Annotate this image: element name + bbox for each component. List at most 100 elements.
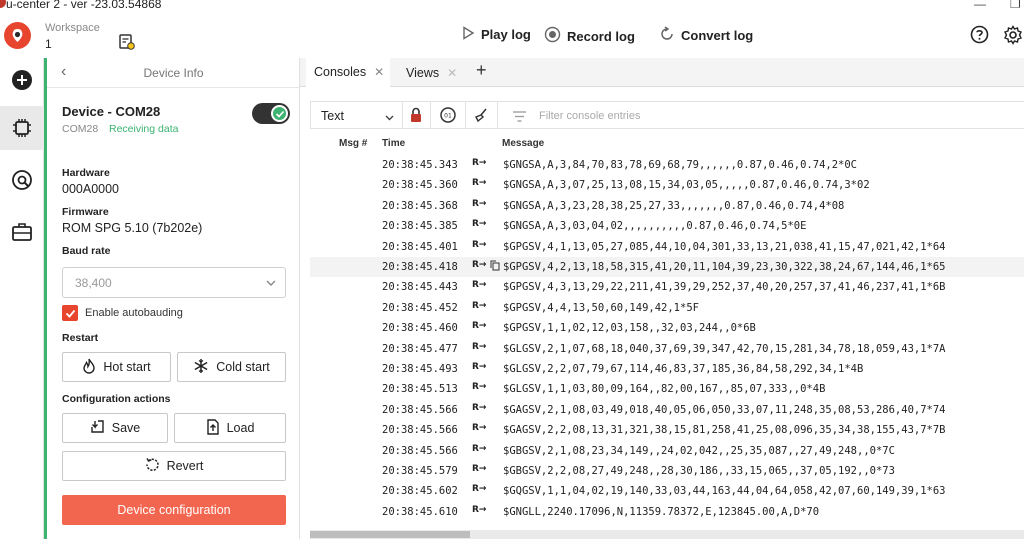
counter-icon[interactable]: 01: [439, 106, 457, 127]
row-time: 20:38:45.343: [382, 159, 458, 171]
tab-bar: Consoles ✕ Views ✕ +: [300, 58, 1024, 87]
add-device-button[interactable]: [0, 58, 44, 102]
console-row[interactable]: 20:38:45.477 R→ $GLGSV,2,1,07,68,18,040,37…: [310, 339, 1024, 359]
convert-icon: [659, 26, 675, 45]
chevron-down-icon[interactable]: [384, 111, 395, 126]
firmware-value: ROM SPG 5.10 (7b202e): [62, 221, 203, 235]
console-row[interactable]: 20:38:45.452 R→ $GPGSV,4,4,13,50,60,149,42…: [310, 298, 1024, 318]
scrollbar-thumb[interactable]: [310, 531, 470, 538]
row-time: 20:38:45.385: [382, 220, 458, 233]
console-row[interactable]: 20:38:45.566 R→ $GAGSV,2,1,08,03,49,018,40…: [310, 400, 1024, 420]
row-direction: R→: [472, 178, 487, 189]
column-message: Message: [502, 138, 545, 149]
baud-rate-select[interactable]: 38,400: [62, 267, 286, 298]
console-row[interactable]: 20:38:45.566 R→ $GAGSV,2,2,08,13,31,321,38…: [310, 420, 1024, 440]
workspace-value: 1: [45, 37, 52, 51]
load-icon: [206, 418, 220, 438]
console-row[interactable]: 20:38:45.418 R→ $GPGSV,4,2,13,18,58,315,41…: [310, 257, 1024, 277]
record-log-label: Record log: [567, 28, 635, 44]
hot-start-label: Hot start: [103, 360, 151, 374]
workspace-settings-icon[interactable]: [118, 33, 136, 54]
row-direction: R→: [472, 402, 487, 413]
tab-views[interactable]: Views ✕: [398, 58, 468, 87]
row-direction: R→: [472, 341, 487, 352]
play-icon: [461, 26, 475, 43]
view-mode-select[interactable]: Text: [321, 109, 344, 123]
play-log-button[interactable]: Play log: [461, 26, 531, 43]
add-tab-icon[interactable]: +: [476, 60, 487, 81]
revert-button[interactable]: Revert: [62, 451, 286, 481]
check-icon: [271, 105, 288, 122]
console-row[interactable]: 20:38:45.513 R→ $GLGSV,1,1,03,80,09,164,,8…: [310, 379, 1024, 399]
record-log-button[interactable]: Record log: [544, 26, 635, 46]
device-connection-toggle[interactable]: [252, 103, 290, 124]
tab-consoles-label: Consoles: [314, 64, 367, 79]
cold-start-label: Cold start: [216, 360, 270, 374]
window-title: u-center 2 - ver -23.03.54868: [6, 0, 162, 11]
console-row[interactable]: 20:38:45.443 R→ $GPGSV,4,3,13,29,22,211,41…: [310, 277, 1024, 297]
console-row[interactable]: 20:38:45.368 R→ $GNGSA,A,3,23,28,38,25,27,…: [310, 196, 1024, 216]
divider: [497, 102, 498, 129]
gear-icon[interactable]: [1003, 25, 1023, 48]
row-time: 20:38:45.602: [382, 485, 458, 498]
console-row[interactable]: 20:38:45.566 R→ $GBGSV,2,1,08,23,34,149,,2…: [310, 441, 1024, 461]
cold-start-button[interactable]: Cold start: [177, 352, 286, 382]
console-row[interactable]: 20:38:45.493 R→ $GLGSV,2,2,07,79,67,114,46…: [310, 359, 1024, 379]
rail-toolbox[interactable]: [0, 210, 44, 254]
row-message: $GLGSV,2,1,07,68,18,040,37,69,39,347,42,…: [503, 342, 946, 355]
console-row[interactable]: 20:38:45.602 R→ $GQGSV,1,1,04,02,19,140,33…: [310, 481, 1024, 501]
maximize-icon[interactable]: ❐: [1010, 0, 1021, 11]
lock-icon[interactable]: [409, 107, 423, 126]
filter-input[interactable]: Filter console entries: [539, 110, 641, 122]
row-direction: R→: [472, 382, 487, 393]
console-row[interactable]: 20:38:45.460 R→ $GPGSV,1,1,02,12,03,158,,3…: [310, 318, 1024, 338]
checkmark-icon: [65, 309, 75, 318]
console-column-header: Msg # Time Message: [310, 135, 1024, 152]
convert-log-button[interactable]: Convert log: [659, 26, 753, 45]
autobaud-checkbox[interactable]: [62, 305, 78, 321]
hot-start-button[interactable]: Hot start: [62, 352, 171, 382]
row-direction: R→: [472, 464, 487, 474]
console-row[interactable]: 20:38:45.343 R→ $GNGSA,A,3,84,70,83,78,69,…: [310, 155, 1024, 175]
console-row[interactable]: 20:38:45.579 R→ $GBGSV,2,2,08,27,49,248,,2…: [310, 461, 1024, 481]
copy-icon[interactable]: [490, 260, 500, 274]
divider: [402, 102, 403, 129]
row-direction: R→: [472, 158, 487, 168]
row-message: $GNGSA,A,3,07,25,13,08,15,34,03,05,,,,,0…: [503, 179, 870, 192]
row-message: $GNGSA,A,3,03,04,02,,,,,,,,,,0.87,0.46,0…: [503, 220, 807, 233]
rail-tools[interactable]: [0, 158, 44, 202]
close-icon[interactable]: ✕: [447, 66, 457, 80]
console-row[interactable]: 20:38:45.385 R→ $GNGSA,A,3,03,04,02,,,,,,,…: [310, 216, 1024, 236]
console-row[interactable]: 20:38:45.401 R→ $GPGSV,4,1,13,05,27,085,44…: [310, 237, 1024, 257]
row-time: 20:38:45.368: [382, 199, 458, 212]
chevron-down-icon: [265, 277, 277, 292]
row-message: $GPGSV,4,4,13,50,60,149,42,1*5F: [503, 301, 699, 314]
rail-device-info[interactable]: [0, 106, 44, 150]
revert-label: Revert: [166, 459, 204, 473]
row-direction: R→: [472, 321, 487, 332]
top-toolbar: Workspace 1 Play log Record log Convert …: [0, 14, 1024, 58]
row-direction: R→: [472, 423, 487, 434]
clear-broom-icon[interactable]: [473, 107, 489, 126]
row-direction: R→: [472, 300, 487, 311]
row-time: 20:38:45.401: [382, 240, 458, 253]
row-message: $GLGSV,1,1,03,80,09,164,,82,00,167,,85,0…: [503, 383, 826, 396]
briefcase-icon: [12, 223, 32, 241]
horizontal-scrollbar[interactable]: [310, 530, 1024, 539]
row-time: 20:38:45.452: [382, 301, 458, 314]
tab-consoles[interactable]: Consoles ✕: [306, 58, 390, 87]
close-icon[interactable]: ✕: [374, 65, 384, 79]
autobaud-label: Enable autobauding: [85, 307, 183, 319]
save-button[interactable]: Save: [62, 413, 168, 443]
help-icon[interactable]: [970, 25, 989, 47]
console-row[interactable]: 20:38:45.360 R→ $GNGSA,A,3,07,25,13,08,15,…: [310, 175, 1024, 195]
snowflake-icon: [193, 358, 209, 377]
console-row[interactable]: 20:38:45.610 R→ $GNGLL,2240.17096,N,11359.…: [310, 502, 1024, 522]
load-button[interactable]: Load: [174, 413, 286, 443]
row-direction: R→: [472, 504, 487, 515]
minimize-icon[interactable]: —: [974, 0, 986, 11]
row-direction: R→: [472, 198, 487, 209]
column-time: Time: [382, 138, 406, 149]
row-time: 20:38:45.460: [382, 322, 458, 335]
device-configuration-button[interactable]: Device configuration: [62, 495, 286, 525]
